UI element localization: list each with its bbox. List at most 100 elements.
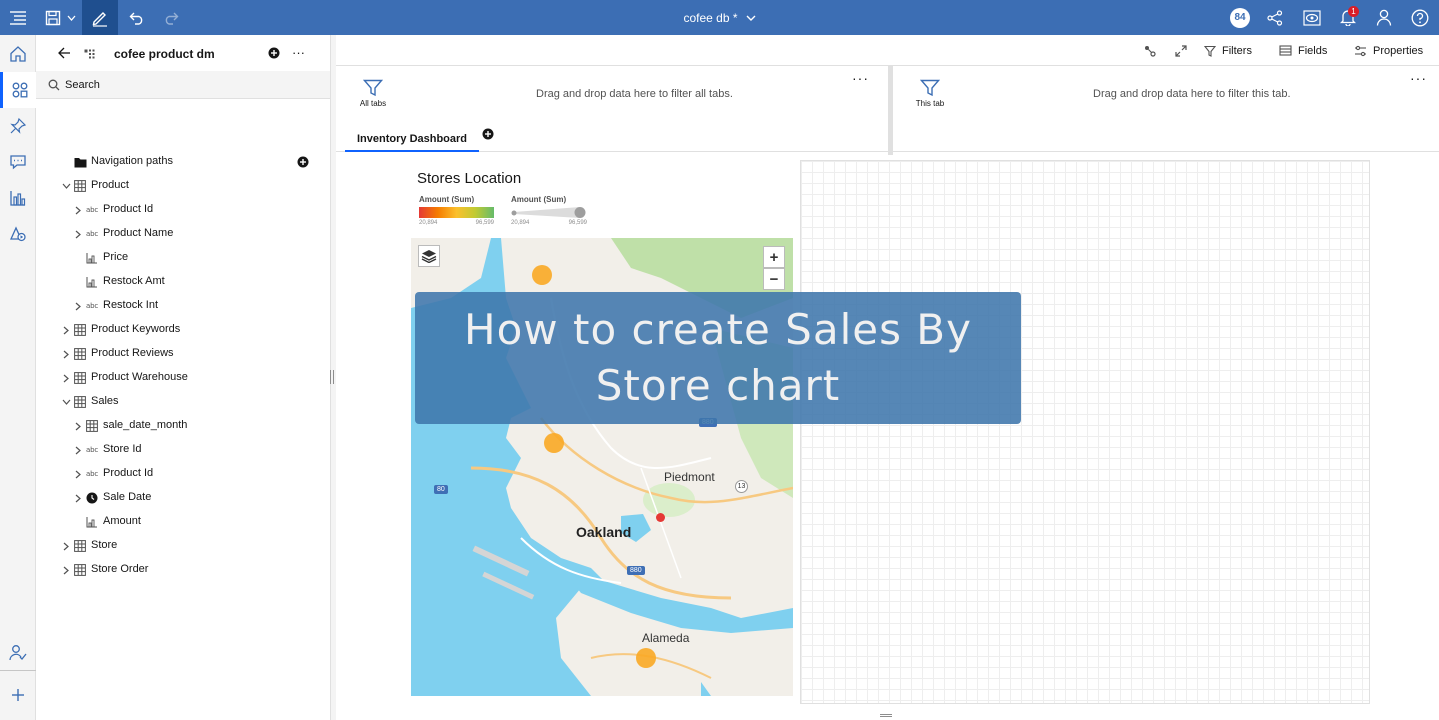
chevron-right-icon[interactable] xyxy=(72,228,84,240)
map-widget[interactable]: Stores Location Amount (Sum) 20,894 96,5… xyxy=(411,160,793,696)
folder-icon xyxy=(73,155,87,169)
abc-icon: abc xyxy=(86,470,98,478)
table-icon xyxy=(73,563,87,577)
tree-item-label: Store xyxy=(91,539,118,551)
menu-icon[interactable] xyxy=(4,0,32,35)
color-legend: Amount (Sum) 20,894 96,599 xyxy=(419,195,494,226)
panel-more-icon[interactable]: ··· xyxy=(292,45,305,60)
data-module-title: cofee product dm xyxy=(114,47,215,61)
chevron-right-icon[interactable] xyxy=(60,324,72,336)
tree-item[interactable]: sale_date_month xyxy=(36,414,330,438)
chevron-right-icon[interactable] xyxy=(60,564,72,576)
add-source-icon[interactable] xyxy=(268,47,280,62)
dashboard-tabs: Inventory Dashboard xyxy=(336,121,1439,152)
left-rail xyxy=(0,35,36,720)
tree-item-label: Sale Date xyxy=(103,491,152,503)
chevron-down-icon[interactable] xyxy=(60,180,72,192)
tree-item[interactable]: abc Store Id xyxy=(36,438,330,462)
add-icon[interactable] xyxy=(0,677,36,713)
connect-icon[interactable] xyxy=(1144,35,1156,66)
tree-item[interactable]: abc Product Name xyxy=(36,222,330,246)
user-count-badge[interactable]: 84 xyxy=(1229,0,1251,35)
color-legend-max: 96,599 xyxy=(475,220,494,226)
chevron-down-icon[interactable] xyxy=(64,0,78,35)
chevron-right-icon[interactable] xyxy=(72,468,84,480)
tree-item[interactable]: Restock Amt xyxy=(36,270,330,294)
chevron-down-icon[interactable] xyxy=(746,15,756,21)
tab-inventory-dashboard[interactable]: Inventory Dashboard xyxy=(345,127,480,152)
filters-button[interactable]: Filters xyxy=(1204,35,1252,66)
tree-item[interactable]: Product Warehouse xyxy=(36,366,330,390)
assistant-icon[interactable] xyxy=(0,216,36,252)
zoom-out-button[interactable]: − xyxy=(763,268,785,290)
tree-item[interactable]: Sales xyxy=(36,390,330,414)
tree-item[interactable]: Amount xyxy=(36,510,330,534)
user-icon[interactable] xyxy=(1373,0,1395,35)
add-navigation-path-icon[interactable] xyxy=(297,156,309,171)
tree-item[interactable]: abc Product Id xyxy=(36,462,330,486)
add-tab-icon[interactable] xyxy=(482,128,494,143)
tree-item-label: Product Warehouse xyxy=(91,371,188,383)
tree-item[interactable]: abc Restock Int xyxy=(36,294,330,318)
share-icon[interactable] xyxy=(1264,0,1286,35)
search-icon xyxy=(48,79,60,94)
tree-item-label: Restock Int xyxy=(103,299,159,311)
redo-icon[interactable] xyxy=(160,0,182,35)
pin-icon[interactable] xyxy=(0,108,36,144)
this-tab-more-icon[interactable]: ··· xyxy=(1410,70,1427,86)
chevron-right-icon[interactable] xyxy=(72,444,84,456)
tree-item[interactable]: Store xyxy=(36,534,330,558)
search-bar[interactable]: Search xyxy=(36,71,330,99)
tree-item[interactable]: Price xyxy=(36,246,330,270)
tree-item[interactable]: Product xyxy=(36,174,330,198)
tree-item[interactable]: Store Order xyxy=(36,558,330,582)
tree-item[interactable]: abc Product Id xyxy=(36,198,330,222)
store-marker[interactable] xyxy=(636,648,656,668)
data-sources-icon[interactable] xyxy=(0,72,36,108)
user-check-icon[interactable] xyxy=(0,635,36,671)
all-tabs-more-icon[interactable]: ··· xyxy=(852,70,869,86)
home-icon[interactable] xyxy=(0,36,36,72)
chevron-right-icon[interactable] xyxy=(60,348,72,360)
chevron-right-icon[interactable] xyxy=(72,420,84,432)
visualizations-icon[interactable] xyxy=(0,180,36,216)
store-marker[interactable] xyxy=(532,265,552,285)
help-icon[interactable] xyxy=(1409,0,1431,35)
tree-item[interactable]: Navigation paths xyxy=(36,150,330,174)
notification-icon[interactable]: 1 xyxy=(1337,0,1359,35)
bottom-resize-handle[interactable] xyxy=(880,714,892,717)
chevron-right-icon[interactable] xyxy=(72,492,84,504)
tree-item[interactable]: Product Reviews xyxy=(36,342,330,366)
tree-item-label: Amount xyxy=(103,515,141,527)
zoom-in-button[interactable]: + xyxy=(763,246,785,268)
undo-icon[interactable] xyxy=(126,0,148,35)
all-tabs-filter[interactable]: All tabs xyxy=(353,79,393,108)
store-marker[interactable] xyxy=(544,433,564,453)
search-input[interactable]: Search xyxy=(65,79,100,91)
tree-item[interactable]: Product Keywords xyxy=(36,318,330,342)
layers-icon[interactable] xyxy=(418,245,440,267)
tree-item[interactable]: Sale Date xyxy=(36,486,330,510)
chevron-down-icon[interactable] xyxy=(60,396,72,408)
dashboard-title[interactable]: cofee db * xyxy=(683,11,737,25)
splitter-handle[interactable] xyxy=(330,370,334,384)
properties-icon xyxy=(1355,45,1366,56)
canvas-grid[interactable] xyxy=(800,160,1370,704)
map-label-oakland: Oakland xyxy=(576,524,632,540)
data-panel: cofee product dm ··· Search Navigation p… xyxy=(36,35,330,720)
fullscreen-icon[interactable] xyxy=(1175,35,1187,66)
store-marker[interactable] xyxy=(656,513,665,522)
save-icon[interactable] xyxy=(42,0,64,35)
chevron-right-icon[interactable] xyxy=(72,204,84,216)
back-arrow-icon[interactable] xyxy=(58,47,71,62)
comment-icon[interactable] xyxy=(0,144,36,180)
fields-button[interactable]: Fields xyxy=(1279,35,1327,66)
chevron-right-icon[interactable] xyxy=(60,540,72,552)
edit-mode-icon[interactable] xyxy=(82,0,118,35)
this-tab-filter[interactable]: This tab xyxy=(910,79,950,108)
preview-icon[interactable] xyxy=(1300,0,1324,35)
table-icon xyxy=(73,347,87,361)
properties-button[interactable]: Properties xyxy=(1354,35,1423,66)
chevron-right-icon[interactable] xyxy=(72,300,84,312)
chevron-right-icon[interactable] xyxy=(60,372,72,384)
